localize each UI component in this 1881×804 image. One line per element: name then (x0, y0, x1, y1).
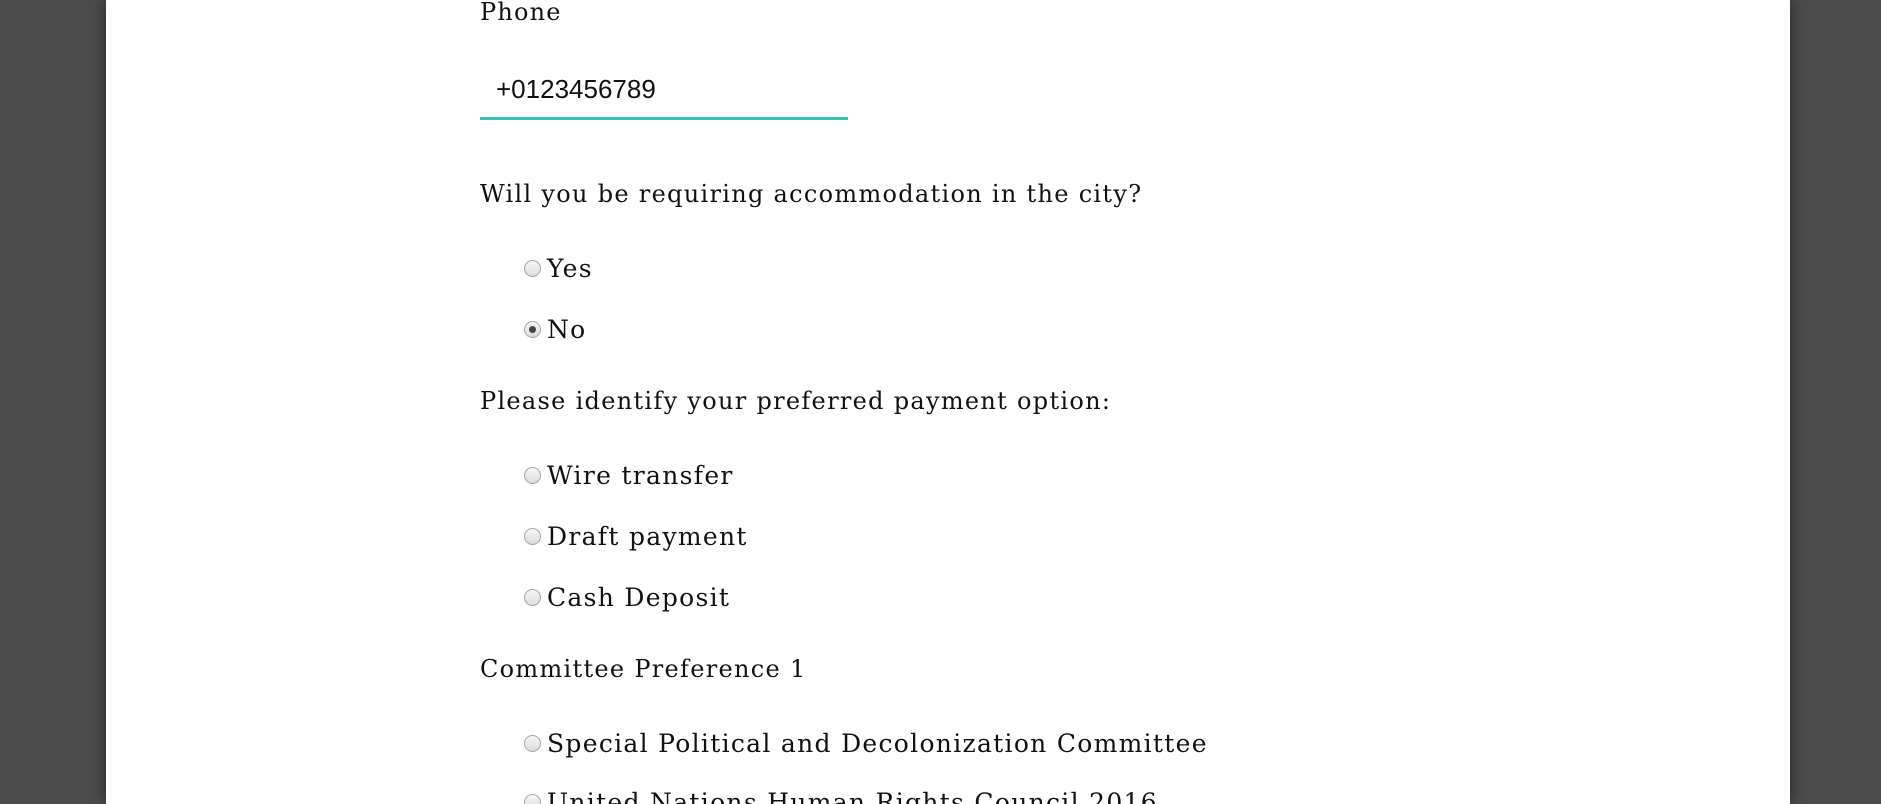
option-label: United Nations Human Rights Council 2016 (547, 788, 1158, 804)
accommodation-yes-radio[interactable] (524, 260, 541, 277)
option-label: No (547, 315, 587, 344)
option-label: Cash Deposit (547, 583, 731, 612)
committee-preference-1-question: Committee Preference 1 (480, 655, 807, 683)
payment-draft-payment-radio[interactable] (524, 528, 541, 545)
payment-option-wire-transfer[interactable]: Wire transfer (524, 461, 734, 490)
payment-option-cash-deposit[interactable]: Cash Deposit (524, 583, 730, 612)
document-page: Phone Will you be requiring accommodatio… (106, 0, 1790, 804)
payment-question: Please identify your preferred payment o… (480, 387, 1112, 415)
option-label: Draft payment (547, 522, 748, 551)
option-label: Wire transfer (547, 461, 734, 490)
committee-special-political-radio[interactable] (524, 735, 541, 752)
committee-option-special-political[interactable]: Special Political and Decolonization Com… (524, 729, 1208, 758)
accommodation-option-yes[interactable]: Yes (524, 254, 593, 283)
payment-option-draft-payment[interactable]: Draft payment (524, 522, 748, 551)
committee-unhrc-radio[interactable] (524, 794, 541, 804)
payment-cash-deposit-radio[interactable] (524, 589, 541, 606)
phone-input[interactable] (480, 62, 848, 120)
option-label: Special Political and Decolonization Com… (547, 729, 1208, 758)
committee-option-unhrc[interactable]: United Nations Human Rights Council 2016 (524, 788, 1158, 804)
phone-label: Phone (480, 0, 562, 26)
accommodation-option-no[interactable]: No (524, 315, 587, 344)
option-label: Yes (547, 254, 593, 283)
payment-wire-transfer-radio[interactable] (524, 467, 541, 484)
accommodation-no-radio[interactable] (524, 321, 541, 338)
accommodation-question: Will you be requiring accommodation in t… (480, 180, 1143, 208)
